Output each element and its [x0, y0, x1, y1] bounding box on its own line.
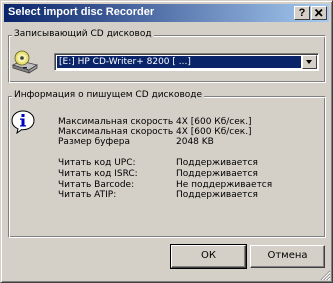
cd-drive-icon [12, 50, 38, 74]
close-icon [314, 8, 323, 17]
select-recorder-dialog: Select import disc Recorder ? Записывающ… [0, 0, 333, 283]
recorder-select-value: [E:] HP CD-Writer+ 8200 [ ...] [57, 56, 301, 68]
read-atip-label: Читать ATIP: [58, 190, 117, 200]
read-atip-value: Поддерживается [176, 190, 258, 200]
question-mark-icon: ? [298, 7, 306, 19]
resize-grip-icon[interactable] [320, 270, 331, 281]
cancel-button[interactable]: Отмена [250, 245, 325, 268]
buffer-size-label: Размер буфера [58, 137, 130, 147]
recorder-group-label: Записывающий CD дисковод [12, 29, 154, 40]
ok-button[interactable]: ОК [170, 244, 247, 269]
read-isrc-label: Читать код ISRC: [58, 169, 138, 179]
help-button[interactable]: ? [294, 6, 310, 20]
recorder-info-group-label: Информация о пишущем CD дисководе [12, 90, 205, 101]
info-icon [11, 110, 35, 134]
close-button[interactable] [311, 6, 327, 20]
recorder-select[interactable]: [E:] HP CD-Writer+ 8200 [ ...] [54, 53, 319, 71]
title-bar[interactable]: Select import disc Recorder ? [4, 4, 329, 22]
read-upc-label: Читать код UPC: [58, 158, 136, 168]
recorder-dropdown-button[interactable] [302, 55, 317, 69]
window-title: Select import disc Recorder [8, 6, 155, 18]
read-isrc-value: Поддерживается [176, 169, 258, 179]
chevron-down-icon [306, 60, 312, 64]
read-upc-value: Поддерживается [176, 158, 258, 168]
buffer-size-value: 2048 KB [176, 137, 214, 147]
